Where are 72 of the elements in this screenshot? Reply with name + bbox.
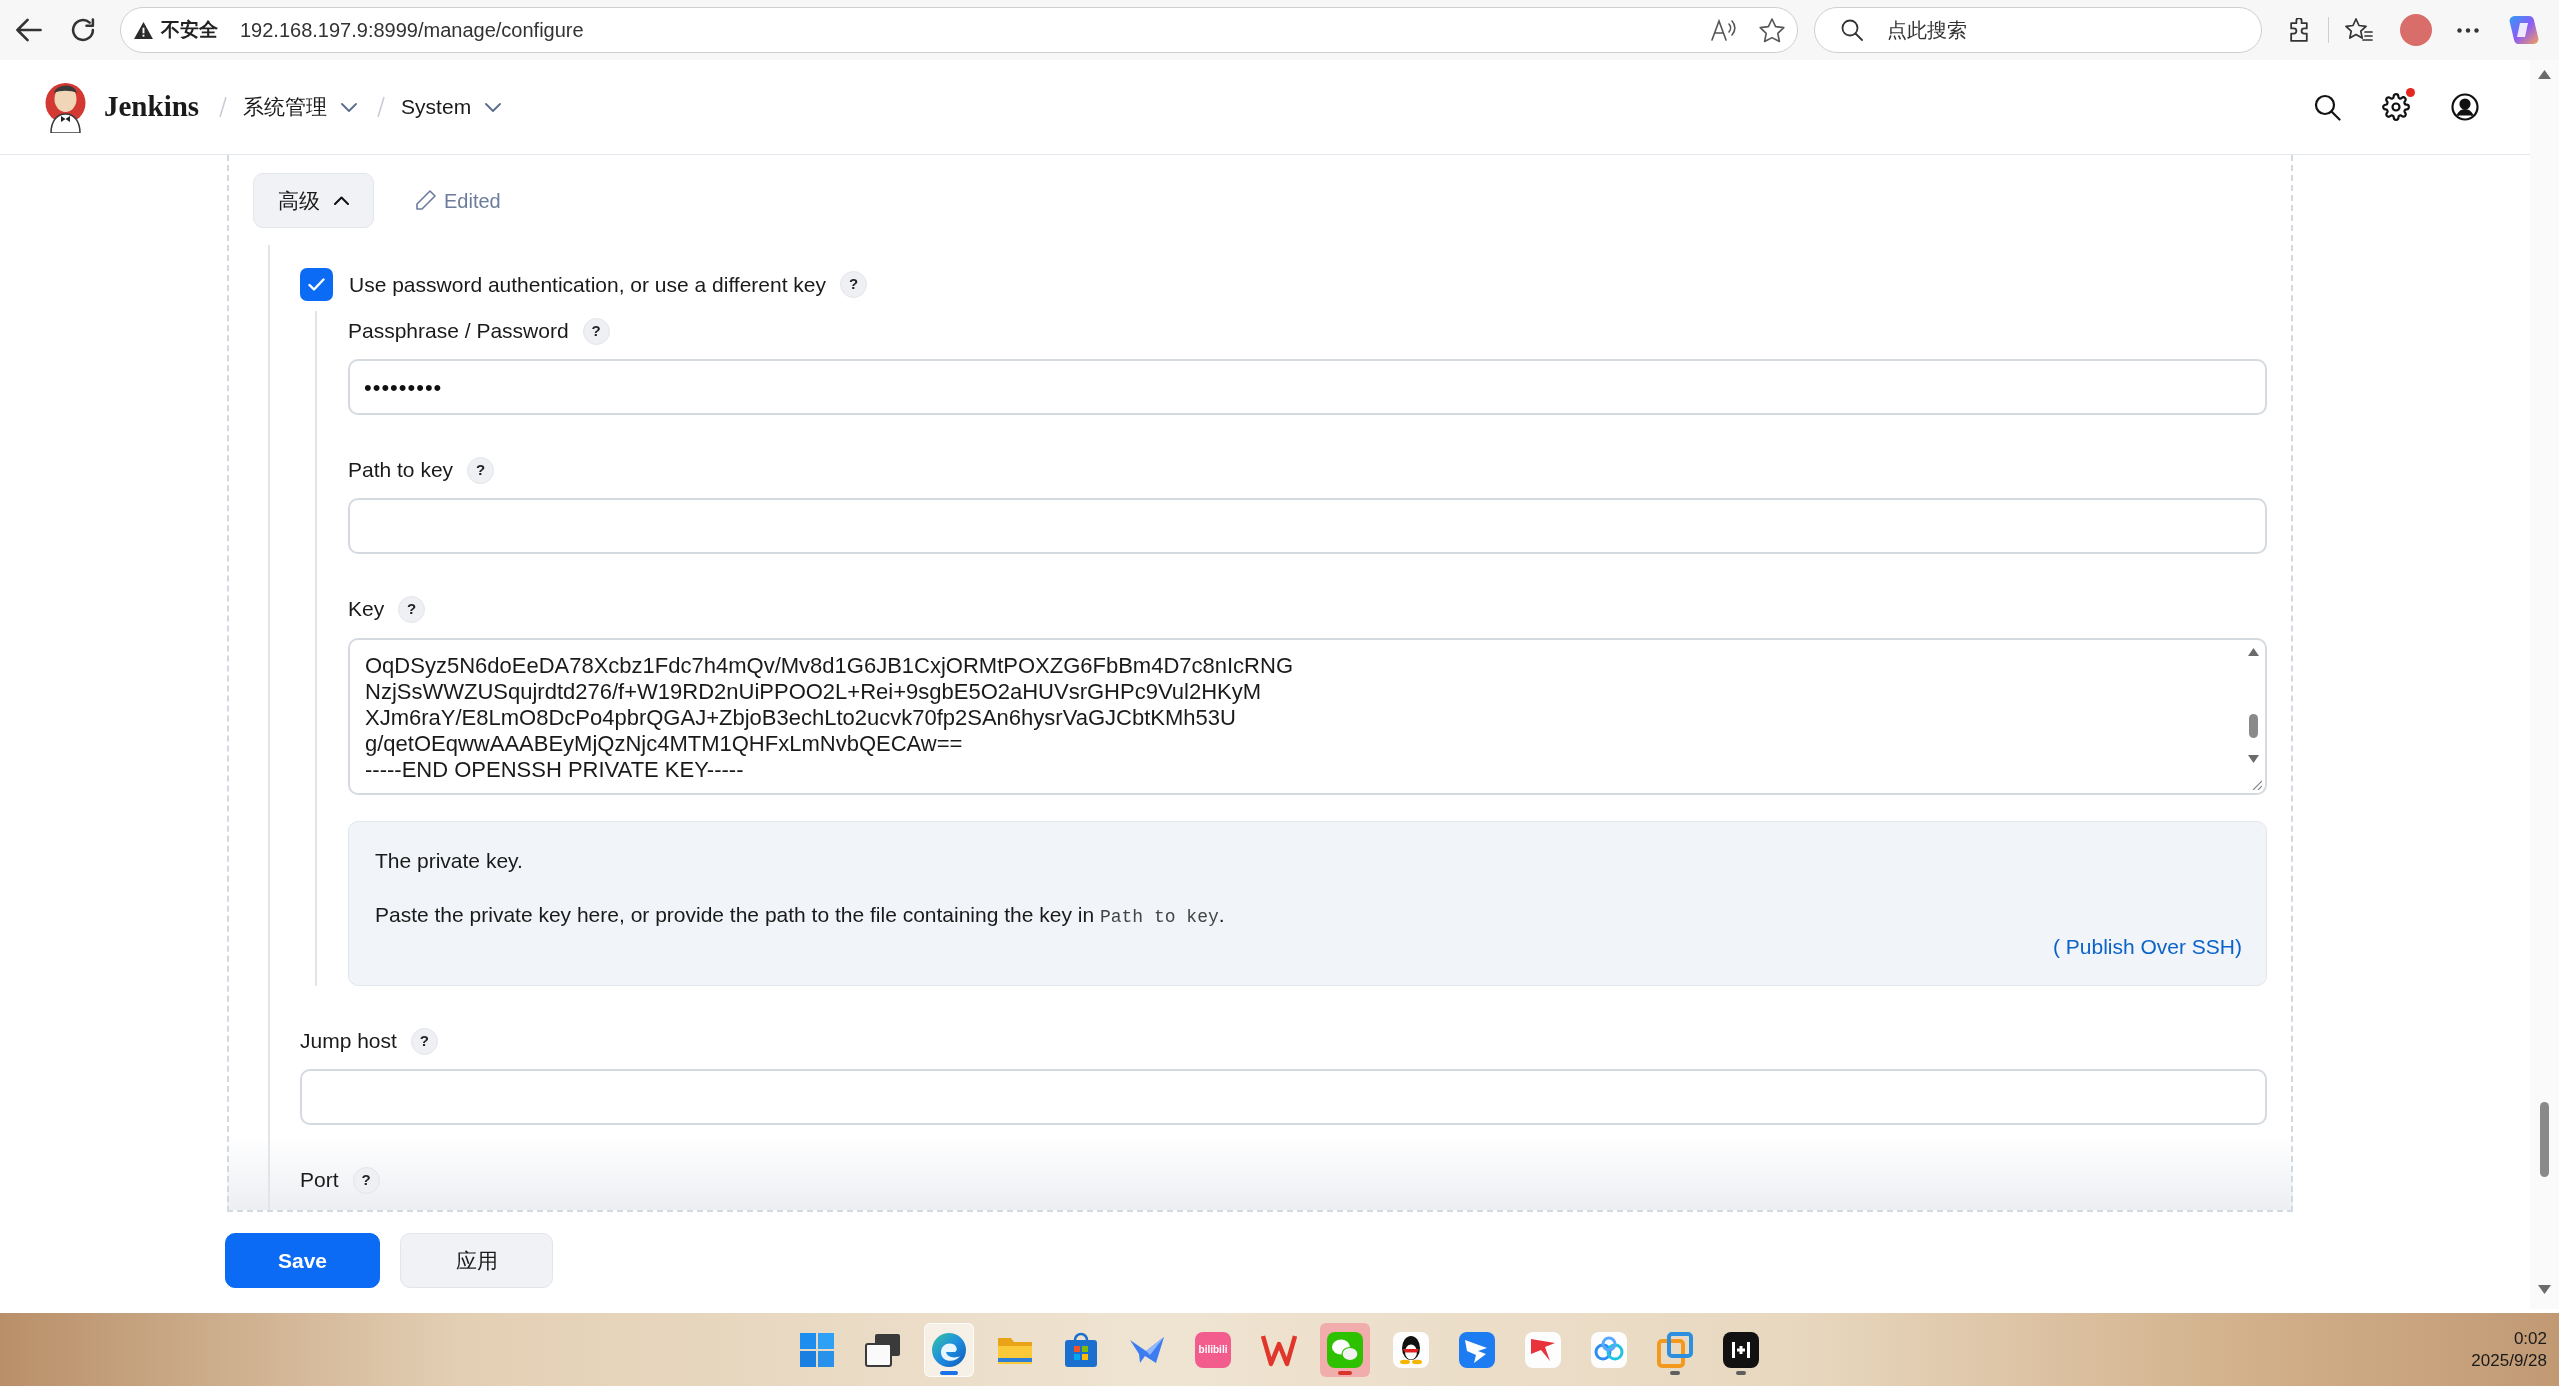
chat-bubbles-icon[interactable] [1327, 1331, 1363, 1368]
address-bar[interactable]: 不安全 192.168.197.9:8999/manage/configure [120, 7, 1798, 53]
breadcrumb-separator [377, 96, 386, 118]
scroll-down-icon[interactable] [2538, 1285, 2551, 1294]
breadcrumb-separator [219, 96, 228, 118]
input-field[interactable] [348, 498, 2267, 554]
scroll-up-icon[interactable] [2538, 70, 2551, 79]
chevron-down-icon [485, 102, 502, 112]
field-label: Key [348, 596, 385, 623]
brand-name[interactable]: Jenkins [104, 85, 200, 129]
profile-avatar[interactable] [2400, 14, 2432, 46]
breadcrumb-link[interactable]: 系统管理 [243, 91, 358, 123]
security-label: 不安全 [161, 17, 218, 42]
penguin-icon[interactable] [1393, 1331, 1429, 1368]
back-icon[interactable] [16, 18, 42, 42]
wing-tile-icon[interactable] [1459, 1331, 1495, 1368]
user-icon[interactable] [2451, 93, 2479, 121]
scroll-up-icon[interactable] [2248, 648, 2259, 656]
help-button[interactable]: ? [410, 1027, 438, 1055]
browser-icon[interactable] [931, 1331, 967, 1368]
checkbox-label[interactable]: Use password authentication, or use a different key [349, 268, 827, 301]
search-icon [1841, 19, 1863, 41]
field-label: Path to key [348, 457, 454, 484]
read-aloud-icon[interactable] [1711, 19, 1737, 41]
favorites-icon[interactable] [2345, 18, 2373, 42]
copilot-icon[interactable] [2509, 15, 2539, 45]
help-button[interactable]: ? [582, 317, 610, 345]
butler-logo-icon[interactable] [44, 81, 87, 133]
help-button[interactable]: ? [352, 1166, 380, 1194]
field-label: Jump host [300, 1028, 397, 1055]
advanced-toggle[interactable]: 高级 [253, 173, 374, 228]
textarea-scrollbar-thumb[interactable] [2249, 714, 2258, 738]
chevron-up-icon [334, 196, 349, 205]
checkbox[interactable] [300, 268, 333, 301]
search-field[interactable]: 点此搜索 [1814, 7, 2262, 53]
url-text[interactable]: 192.168.197.9:8999/manage/configure [240, 15, 584, 45]
help-button[interactable]: ? [467, 456, 495, 484]
start-menu-icon[interactable] [799, 1331, 835, 1368]
help-text: Paste the private key here, or provide the path to the file containing the key in Path to key. [375, 903, 1226, 929]
favorite-star-icon[interactable] [1759, 17, 1785, 43]
reload-icon[interactable] [71, 18, 95, 42]
apply-button[interactable]: 应用 [400, 1233, 553, 1288]
help-button[interactable]: ? [398, 595, 426, 623]
password-field[interactable]: ••••••••• [348, 359, 2267, 415]
input-field[interactable] [300, 1069, 2267, 1125]
breadcrumb-link[interactable]: System [401, 91, 502, 123]
clock-time[interactable]: 0:02 [2513, 1327, 2547, 1350]
resize-grip-icon[interactable] [2252, 780, 2262, 790]
warning-icon [134, 21, 153, 39]
field-label: Passphrase / Password [348, 318, 569, 345]
edited-status: Edited [444, 188, 501, 214]
key-textarea[interactable]: OqDSyz5N6doEeDA78Xcbz1Fdc7h4mQv/Mv8d1G6JB1CxjORMtPOXZG6FbBm4D7c8nIcRNG NzjSsWWZUSqujrdtd276/f+W19RD2nUiPPOO2L+Rei+9sgbE5O2aHUVsrGHPc9Vul2HKyM XJm6raY/E8LmO8DcPo4pbrQGAJ+ZbjoB3echLto2ucvk70fp2SAn6hysrVaGJCbtKMh53U g/qetOEqwwAAABEyMjQzNjc4MTM1QHFxLmNvbQECAw== -----END OPENSSH PRIVATE KEY----- [348, 638, 2267, 795]
field-label: Port [300, 1167, 339, 1194]
scroll-down-icon[interactable] [2248, 755, 2259, 763]
store-bag-icon[interactable] [1063, 1331, 1099, 1368]
arrow-tile-icon[interactable] [1525, 1331, 1561, 1368]
clock-date[interactable]: 2025/9/28 [2471, 1349, 2547, 1372]
check-icon [308, 278, 325, 291]
page-scrollbar-thumb[interactable] [2540, 1102, 2549, 1177]
task-view-icon[interactable] [865, 1331, 901, 1368]
cloud-icon[interactable] [1591, 1331, 1627, 1368]
overlapping-squares-icon[interactable] [1657, 1331, 1693, 1368]
more-icon[interactable] [2457, 27, 2479, 33]
source-link[interactable]: ( Publish Over SSH) [2052, 935, 2242, 959]
save-button[interactable]: Save [225, 1233, 380, 1288]
settings-icon[interactable] [2382, 93, 2410, 121]
chevron-down-icon [341, 102, 358, 112]
plus-bars-icon[interactable] [1723, 1331, 1759, 1368]
help-button[interactable]: ? [840, 271, 868, 298]
search-icon[interactable] [2314, 93, 2341, 121]
help-text: The private key. [375, 849, 524, 873]
pencil-icon [415, 190, 436, 211]
